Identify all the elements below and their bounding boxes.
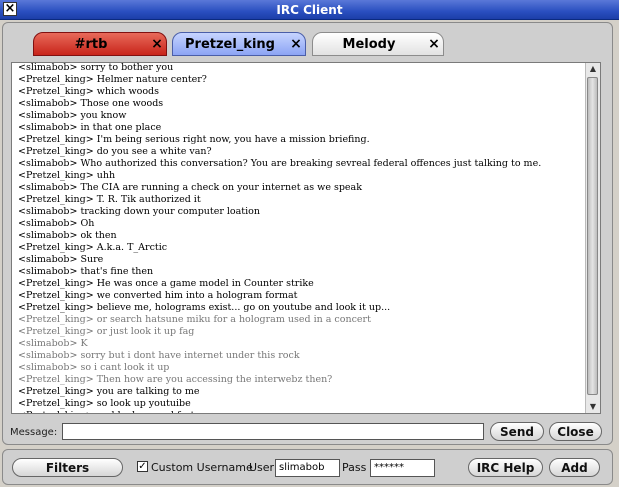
tab-rtb[interactable]: #rtb × [33,32,167,56]
scroll-up-icon[interactable]: ▲ [586,63,600,75]
message-label: Message: [10,427,58,438]
message-input[interactable] [62,423,484,440]
chat-line: <Pretzel_king> He was once a game model … [18,278,314,289]
chat-line: <Pretzel_king> or just look it up fag [18,326,195,337]
chat-line: <Pretzel_king> I'm being serious right n… [18,134,370,145]
chat-line: <slimabob> Who authorized this conversat… [18,158,542,169]
chat-line: <slimabob> The CIA are running a check o… [18,182,362,193]
chat-line: <Pretzel_king> uhh [18,170,116,181]
chat-line: <slimabob> that's fine then [18,266,154,277]
close-button[interactable]: Close [549,422,602,441]
tab-label: Melody [342,36,396,52]
scrollbar-thumb[interactable] [587,77,598,395]
chat-line: <Pretzel_king> believe me, holograms exi… [18,302,391,313]
chat-log[interactable]: <slimabob> sorry to bother you <Pretzel_k… [11,62,601,414]
irc-help-button[interactable]: IRC Help [468,458,543,477]
filters-button[interactable]: Filters [12,458,123,477]
chat-line: <slimabob> ok then [18,230,117,241]
chat-line: <Pretzel_king> you are talking to me [18,386,200,397]
window-close-icon[interactable]: × [3,2,17,16]
chat-line: <slimabob> Oh [18,218,95,229]
tab-close-icon[interactable]: × [287,36,305,52]
chat-line: <Pretzel_king> so look up youtuibe [18,398,191,409]
chat-line: <slimabob> Sure [18,254,104,265]
tab-label: Pretzel_king [185,36,275,52]
scroll-down-icon[interactable]: ▼ [586,401,600,413]
tab-label: #rtb [74,36,108,52]
chat-line: <slimabob> in that one place [18,122,162,133]
user-field[interactable]: slimabob [275,459,340,477]
tab-pretzel-king[interactable]: Pretzel_king × [172,32,306,56]
user-label: User [249,461,275,474]
tab-close-icon[interactable]: × [148,36,166,52]
chat-line: <slimabob> you know [18,110,127,121]
chat-lines: <slimabob> sorry to bother you <Pretzel_k… [18,62,584,413]
chat-line: <Pretzel_king> which woods [18,86,159,97]
send-button[interactable]: Send [490,422,544,441]
custom-username-label: Custom Username [151,461,253,474]
chat-line: <Pretzel_king> do you see a white van? [18,146,212,157]
chat-line: <slimabob> K [18,338,88,349]
chat-line: <Pretzel_king> Helmer nature center? [18,74,207,85]
chat-scrollbar[interactable]: ▲ ▼ [585,63,600,413]
chat-line: <slimabob> sorry to bother you [18,62,174,73]
chat-line: <Pretzel_king> A.k.a. T_Arctic [18,242,168,253]
chat-line: <slimabob> sorry but i dont have interne… [18,350,300,361]
tab-close-icon[interactable]: × [425,36,443,52]
window-title: IRC Client [276,2,343,17]
tab-melody[interactable]: Melody × [312,32,444,56]
chat-line: <Pretzel_king> or search hatsune miku fo… [18,314,371,325]
chat-line: <Pretzel_king> T. R. Tik authorized it [18,194,201,205]
chat-line: <Pretzel_king> we converted him into a h… [18,290,298,301]
chat-line: <Pretzel_king> Then how are you accessin… [18,374,333,385]
pass-field[interactable]: ****** [370,459,435,477]
chat-line: <Pretzel_king> and look up and fart [18,410,584,413]
title-bar: × IRC Client [0,0,619,20]
chat-line: <slimabob> tracking down your computer l… [18,206,261,217]
chat-line: <slimabob> so i cant look it up [18,362,170,373]
custom-username-checkbox[interactable]: ✓ [137,461,148,472]
pass-label: Pass [342,461,367,474]
add-button[interactable]: Add [549,458,600,477]
chat-line: <slimabob> Those one woods [18,98,164,109]
